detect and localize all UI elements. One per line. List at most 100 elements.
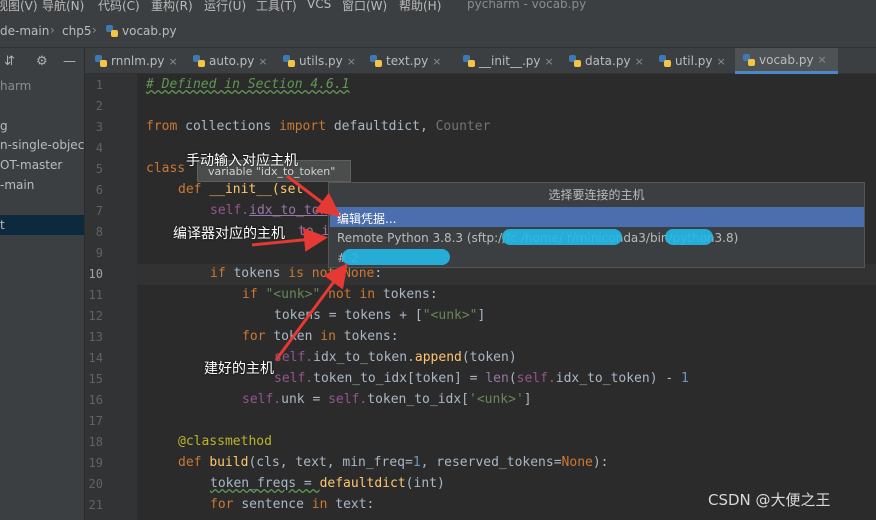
code-token: ): xyxy=(592,455,609,470)
editor-tabs: rnnlm.py × auto.py × utils.py × text.py × __… xyxy=(85,48,876,74)
breadcrumb-file[interactable]: vocab.py xyxy=(122,24,177,38)
tab-utils[interactable]: utils.py × xyxy=(275,48,362,74)
python-file-icon xyxy=(95,55,107,67)
line-number: 5 xyxy=(95,162,103,176)
tab-util[interactable]: util.py × xyxy=(651,48,735,74)
project-panel: ⇵ ⚙ — harm g n-single-objec OT-master -m… xyxy=(0,48,85,520)
code-token: idx_to_token) - xyxy=(555,371,682,386)
code-line: from collections import defaultdict, Cou… xyxy=(146,119,490,134)
code-token: token_to_idx[ xyxy=(367,392,469,407)
code-token: self. xyxy=(516,371,556,386)
code-token: tokens: xyxy=(382,287,438,302)
code-token: def xyxy=(178,182,202,197)
tab-rnnlm[interactable]: rnnlm.py × xyxy=(87,48,185,74)
code-token: (cls, text, min_freq= xyxy=(248,455,413,470)
python-file-icon xyxy=(193,55,205,67)
code-token: tokens: xyxy=(343,329,399,344)
tab-text[interactable]: text.py × xyxy=(362,48,455,74)
code-token: None xyxy=(343,266,375,281)
collapse-all-icon[interactable]: ⇵ xyxy=(4,54,15,69)
annotation-manual-host: 手动输入对应主机 xyxy=(186,153,298,169)
code-token: self. xyxy=(274,371,314,386)
code-line: self.token_to_idx[token] = len(self.idx_… xyxy=(274,371,689,386)
edit-credentials-option[interactable]: 编辑凭据... xyxy=(330,207,864,227)
menu-help[interactable]: 帮助(H) xyxy=(399,0,441,14)
menu-window[interactable]: 窗口(W) xyxy=(342,0,387,14)
code-token: tokens = tokens + [ xyxy=(274,308,423,323)
line-number: 4 xyxy=(95,141,103,155)
project-tree-item[interactable]: t xyxy=(0,218,5,232)
code-token: '<unk>' xyxy=(469,392,524,407)
code-token: not in xyxy=(328,287,376,302)
tab-label: vocab.py xyxy=(759,52,814,67)
line-number: 6 xyxy=(95,183,103,197)
menu-view[interactable]: 视图(V) xyxy=(0,0,38,14)
code-line: def build(cls, text, min_freq=1, reserve… xyxy=(178,455,609,470)
tab-auto[interactable]: auto.py × xyxy=(185,48,275,74)
line-number: 14 xyxy=(88,351,103,365)
python-file-icon xyxy=(659,55,671,67)
code-token: Counter xyxy=(435,119,491,134)
breadcrumb-project[interactable]: de-main xyxy=(0,24,49,38)
line-number: 7 xyxy=(95,204,103,218)
project-tree-item[interactable]: -main xyxy=(0,178,34,192)
code-line: def __init__(sel xyxy=(178,182,303,197)
close-icon[interactable]: × xyxy=(169,55,178,68)
menu-run[interactable]: 运行(U) xyxy=(204,0,246,14)
tab-init[interactable]: __init__.py × xyxy=(455,48,561,74)
tab-vocab[interactable]: vocab.py × xyxy=(735,48,838,74)
code-token: def xyxy=(178,455,202,470)
menu-code[interactable]: 代码(C) xyxy=(98,0,140,14)
code-token: idx_to_tok xyxy=(249,203,328,218)
line-number: 18 xyxy=(88,435,103,449)
code-token: self. xyxy=(242,392,282,407)
code-token: from xyxy=(146,119,178,134)
breadcrumb-folder[interactable]: chp5 xyxy=(62,24,91,38)
minimize-icon[interactable]: — xyxy=(63,54,76,69)
code-token: (int) xyxy=(405,476,445,491)
code-line: self.idx_to_tok xyxy=(210,203,327,218)
code-line: # Defined in Section 4.6.1 xyxy=(146,77,350,92)
code-token: if xyxy=(210,266,226,281)
code-token: defaultdict xyxy=(319,476,406,491)
close-icon[interactable]: × xyxy=(635,55,644,68)
tab-label: auto.py xyxy=(209,54,255,68)
tab-label: util.py xyxy=(675,54,713,68)
python-file-icon xyxy=(106,25,118,37)
menu-vcs[interactable]: VCS xyxy=(307,0,331,11)
line-number: 3 xyxy=(95,120,103,134)
code-token: tokens xyxy=(233,266,281,281)
project-tree-item[interactable]: g xyxy=(0,119,8,133)
code-token: @classmethod xyxy=(178,434,272,449)
project-tree-item[interactable]: OT-master xyxy=(0,158,62,172)
menu-tools[interactable]: 工具(T) xyxy=(256,0,297,14)
code-token: for xyxy=(210,497,234,512)
close-icon[interactable]: × xyxy=(432,55,441,68)
code-token: , reserved_tokens= xyxy=(420,455,562,470)
code-token: token_freqs = xyxy=(210,476,320,491)
close-icon[interactable]: × xyxy=(717,55,726,68)
close-icon[interactable]: × xyxy=(818,53,827,66)
gear-icon[interactable]: ⚙ xyxy=(36,54,48,69)
code-line: class xyxy=(146,161,185,176)
line-number: 8 xyxy=(95,225,103,239)
close-icon[interactable]: × xyxy=(258,55,267,68)
popup-title: 选择要连接的主机 xyxy=(548,188,645,202)
code-line: to_i xyxy=(298,224,329,239)
tab-label: __init__.py xyxy=(479,54,541,68)
menu-navigate[interactable]: 导航(N) xyxy=(42,0,84,14)
code-editor[interactable]: 1 2 3 4 5 6 7 8 9 10 11 12 13 14 15 16 1… xyxy=(85,74,876,520)
code-token: in xyxy=(311,497,328,512)
watermark: CSDN @大便之王 xyxy=(708,491,831,509)
project-tree-item[interactable]: n-single-objec xyxy=(0,138,84,152)
close-icon[interactable]: × xyxy=(545,55,554,68)
line-number: 17 xyxy=(88,414,103,428)
tab-label: text.py xyxy=(386,54,429,68)
code-line: tokens = tokens + ["<unk>"] xyxy=(274,308,485,323)
tab-data[interactable]: data.py × xyxy=(561,48,651,74)
close-icon[interactable]: × xyxy=(347,55,356,68)
code-token: in xyxy=(320,329,336,344)
menu-refactor[interactable]: 重构(R) xyxy=(151,0,193,14)
project-tree-item[interactable]: harm xyxy=(0,79,31,93)
code-token: class xyxy=(146,161,186,176)
